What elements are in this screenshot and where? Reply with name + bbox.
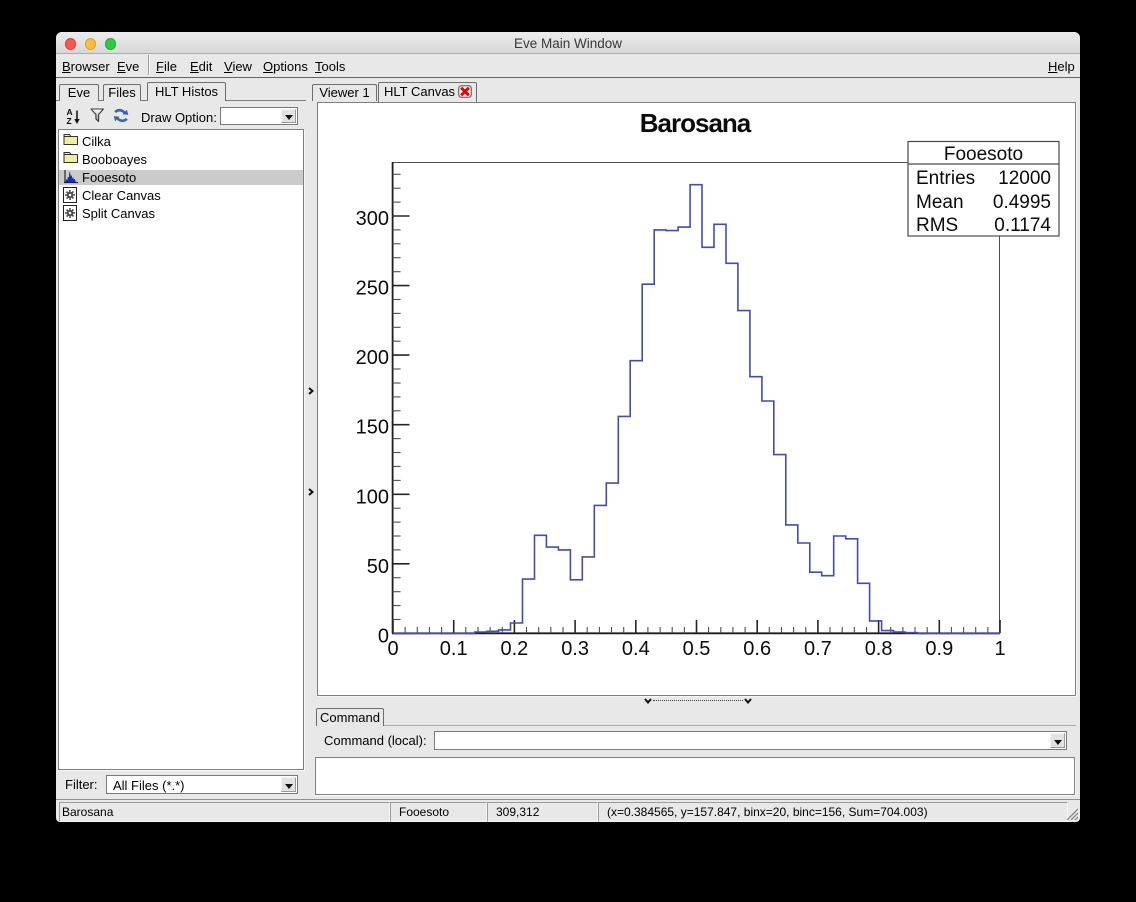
svg-text:0.2: 0.2 (500, 638, 528, 660)
svg-text:RMS: RMS (916, 215, 958, 236)
svg-text:0.4: 0.4 (622, 638, 650, 660)
svg-text:150: 150 (356, 417, 389, 439)
svg-text:50: 50 (367, 556, 389, 578)
svg-text:0.1: 0.1 (440, 638, 468, 660)
svg-text:100: 100 (356, 486, 389, 508)
svg-text:0.1174: 0.1174 (994, 215, 1051, 236)
svg-text:250: 250 (356, 278, 389, 300)
svg-text:0.8: 0.8 (865, 638, 893, 660)
svg-text:0.4995: 0.4995 (993, 192, 1051, 213)
svg-text:200: 200 (356, 347, 389, 369)
svg-text:Barosana: Barosana (640, 108, 752, 138)
svg-text:300: 300 (356, 208, 389, 230)
svg-text:0.5: 0.5 (683, 638, 711, 660)
svg-text:12000: 12000 (998, 168, 1051, 189)
svg-text:0: 0 (387, 638, 398, 660)
svg-text:0.7: 0.7 (804, 638, 832, 660)
svg-text:0.6: 0.6 (743, 638, 771, 660)
svg-text:Entries: Entries (916, 168, 975, 189)
svg-text:0.3: 0.3 (561, 638, 589, 660)
svg-text:0.9: 0.9 (925, 638, 953, 660)
svg-text:Fooesoto: Fooesoto (944, 144, 1023, 165)
svg-text:Z: Z (67, 116, 72, 126)
svg-text:1: 1 (994, 638, 1005, 660)
svg-text:Mean: Mean (916, 192, 964, 213)
